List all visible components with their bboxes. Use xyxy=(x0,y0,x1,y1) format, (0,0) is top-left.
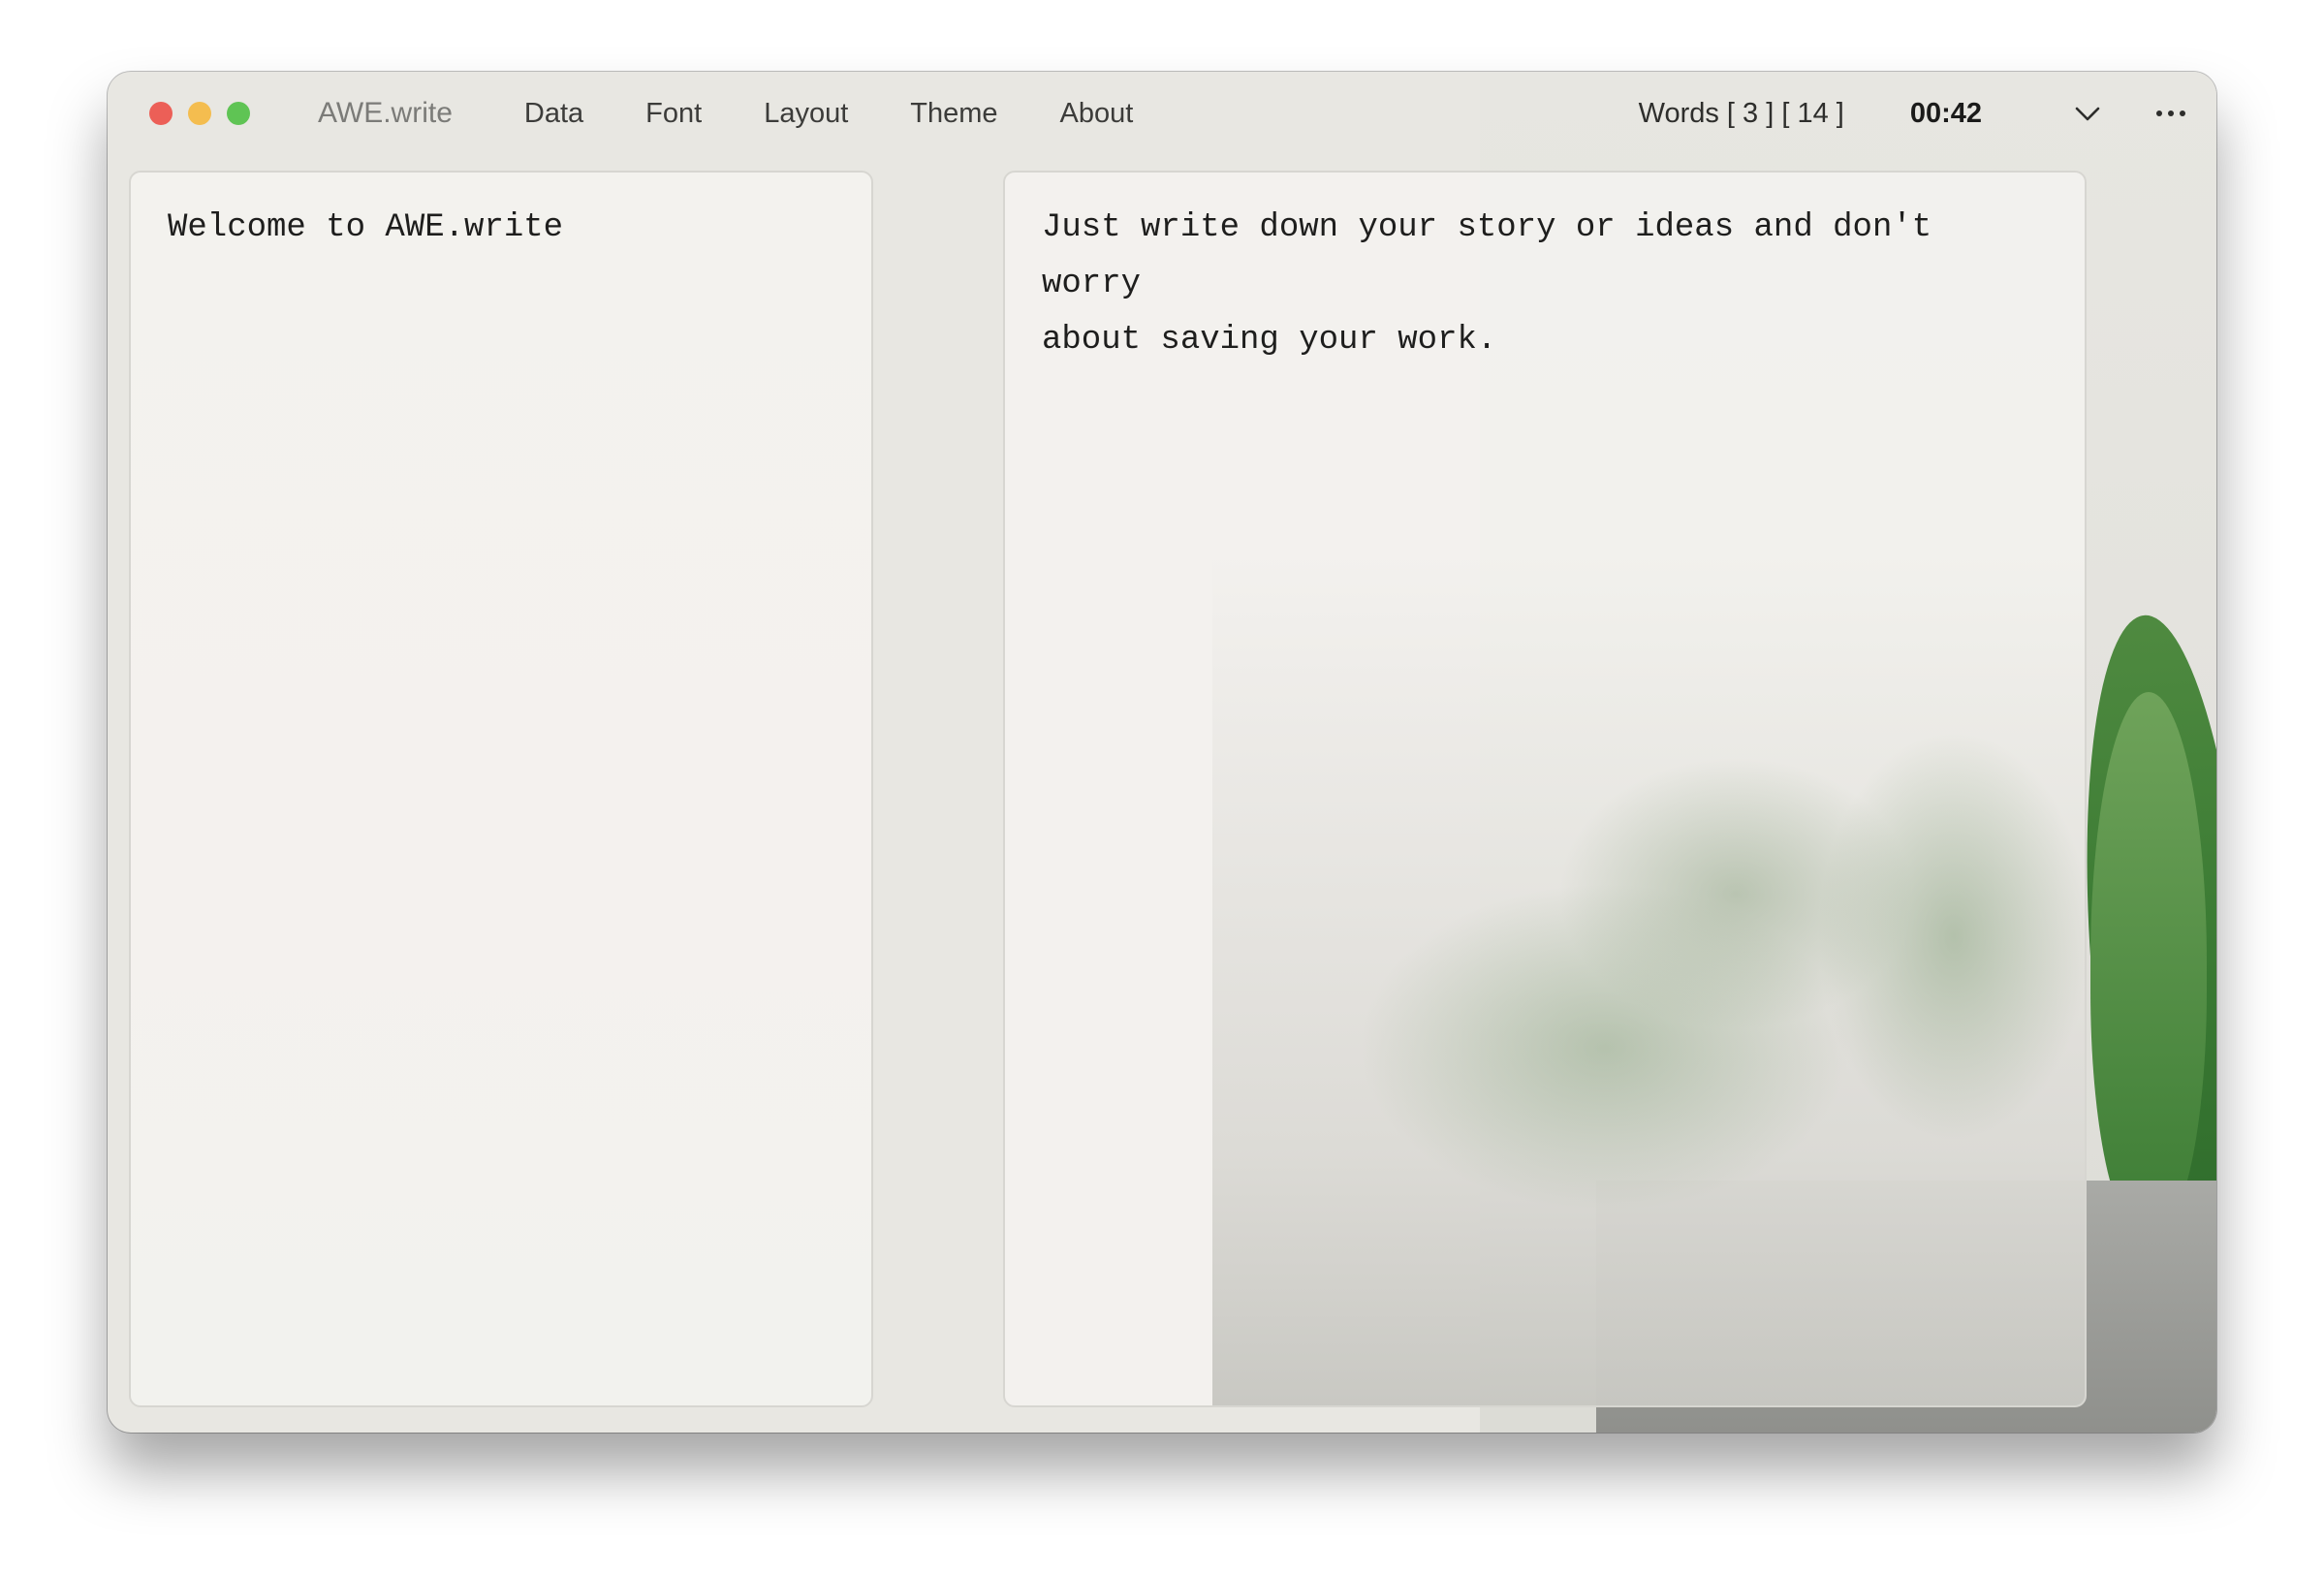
blurred-plant xyxy=(1212,552,2085,1405)
word-count: Words [ 3 ] [ 14 ] xyxy=(1638,97,1844,129)
editor-left[interactable]: Welcome to AWE.write xyxy=(129,171,873,1407)
app-window: AWE.write Data Font Layout Theme About W… xyxy=(108,72,2216,1433)
close-button[interactable] xyxy=(149,102,173,125)
editor-right-text: Just write down your story or ideas and … xyxy=(1042,209,1932,359)
menu-font[interactable]: Font xyxy=(645,98,702,130)
menu-about[interactable]: About xyxy=(1060,98,1134,130)
menu-theme[interactable]: Theme xyxy=(910,98,997,130)
more-icon[interactable] xyxy=(2154,99,2187,128)
menu-layout[interactable]: Layout xyxy=(764,98,848,130)
window-controls xyxy=(149,102,250,125)
editor-left-text: Welcome to AWE.write xyxy=(168,209,564,246)
timer: 00:42 xyxy=(1909,97,1982,129)
menu-data[interactable]: Data xyxy=(524,98,583,130)
plant-leaf xyxy=(2090,692,2207,1235)
menu-bar: Data Font Layout Theme About xyxy=(524,98,1133,130)
minimize-button[interactable] xyxy=(188,102,211,125)
status-area: Words [ 3 ] [ 14 ] 00:42 xyxy=(1639,72,2216,155)
chevron-down-icon[interactable] xyxy=(2073,99,2102,128)
editor-right[interactable]: Just write down your story or ideas and … xyxy=(1003,171,2087,1407)
maximize-button[interactable] xyxy=(227,102,250,125)
app-title: AWE.write xyxy=(318,97,453,129)
